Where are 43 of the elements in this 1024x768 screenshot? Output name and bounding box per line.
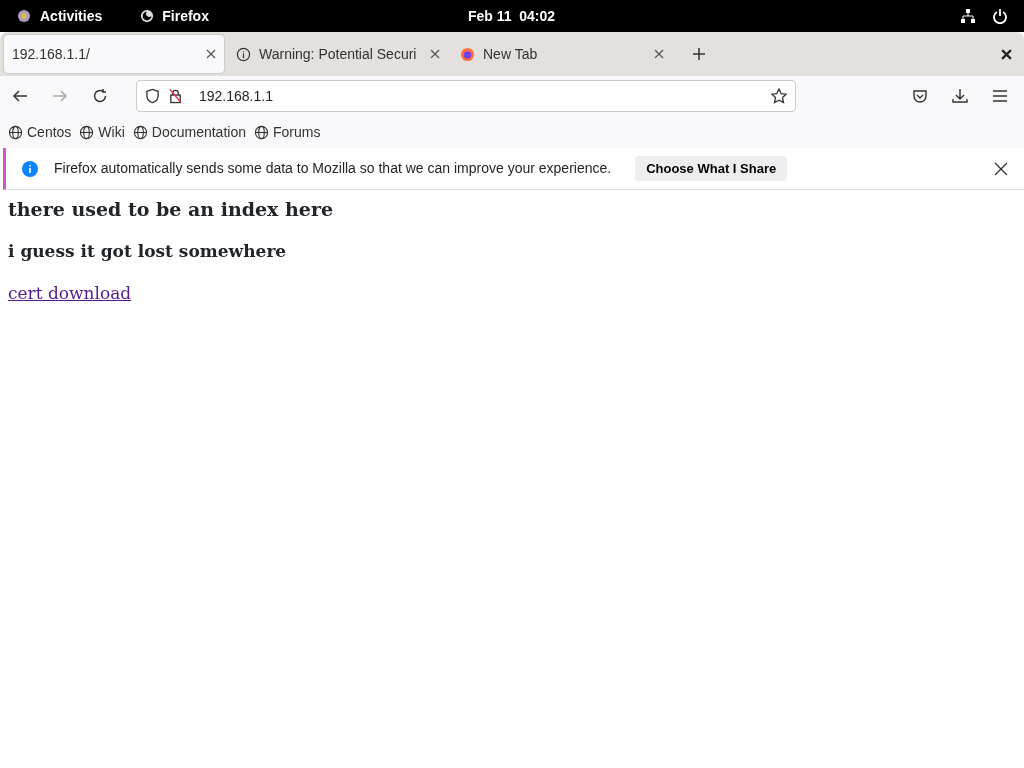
reload-icon [92,88,108,104]
star-icon[interactable] [771,88,787,104]
bookmark-item[interactable]: Wiki [79,121,125,143]
info-icon [22,160,38,177]
close-icon[interactable] [430,49,440,59]
download-icon [952,88,968,104]
bookmark-item[interactable]: Forums [253,121,321,143]
close-icon[interactable] [654,49,664,59]
pocket-icon [912,88,928,104]
insecure-lock-icon [168,88,183,104]
bookmark-item[interactable]: Documentation [132,121,246,143]
forward-icon [52,88,68,104]
page-heading: there used to be an index here [8,198,335,221]
shield-icon [145,88,160,104]
notification-text: Firefox automatically sends some data to Mozilla so that we can improve your experience. [54,159,612,178]
globe-icon [8,124,23,140]
menu-icon [992,88,1008,104]
browser-tab[interactable]: New Tab [452,35,672,73]
close-icon[interactable] [206,49,216,59]
app-menu[interactable]: Firefox [162,5,209,27]
gear-icon [16,8,32,24]
bookmark-item[interactable]: Centos [8,121,72,143]
clock[interactable]: Feb 11 04:02 [467,5,556,27]
new-tab-icon[interactable] [692,47,706,61]
network-icon[interactable] [960,8,976,24]
globe-icon [132,124,148,140]
back-icon [12,88,28,104]
url-text: 192.168.1.1 [199,86,273,106]
close-icon[interactable] [1001,48,1012,60]
choose-share-button[interactable]: Choose What I Share [635,155,788,182]
close-icon[interactable] [994,161,1008,176]
browser-logo-icon [460,46,475,62]
address-bar[interactable]: 192.168.1.1 [136,80,796,112]
browser-tab[interactable]: Warning: Potential Securi [228,35,448,73]
globe-icon [253,124,269,140]
info-icon [236,46,251,62]
page-subheading: i guess it got lost somewhere [8,240,288,262]
browser-tab[interactable]: 192.168.1.1/ [4,35,224,73]
download-link[interactable]: cert download [8,283,132,304]
activities-button[interactable]: Activities [40,5,103,27]
power-icon[interactable] [992,8,1008,24]
app-icon [140,9,155,23]
globe-icon [79,124,95,140]
